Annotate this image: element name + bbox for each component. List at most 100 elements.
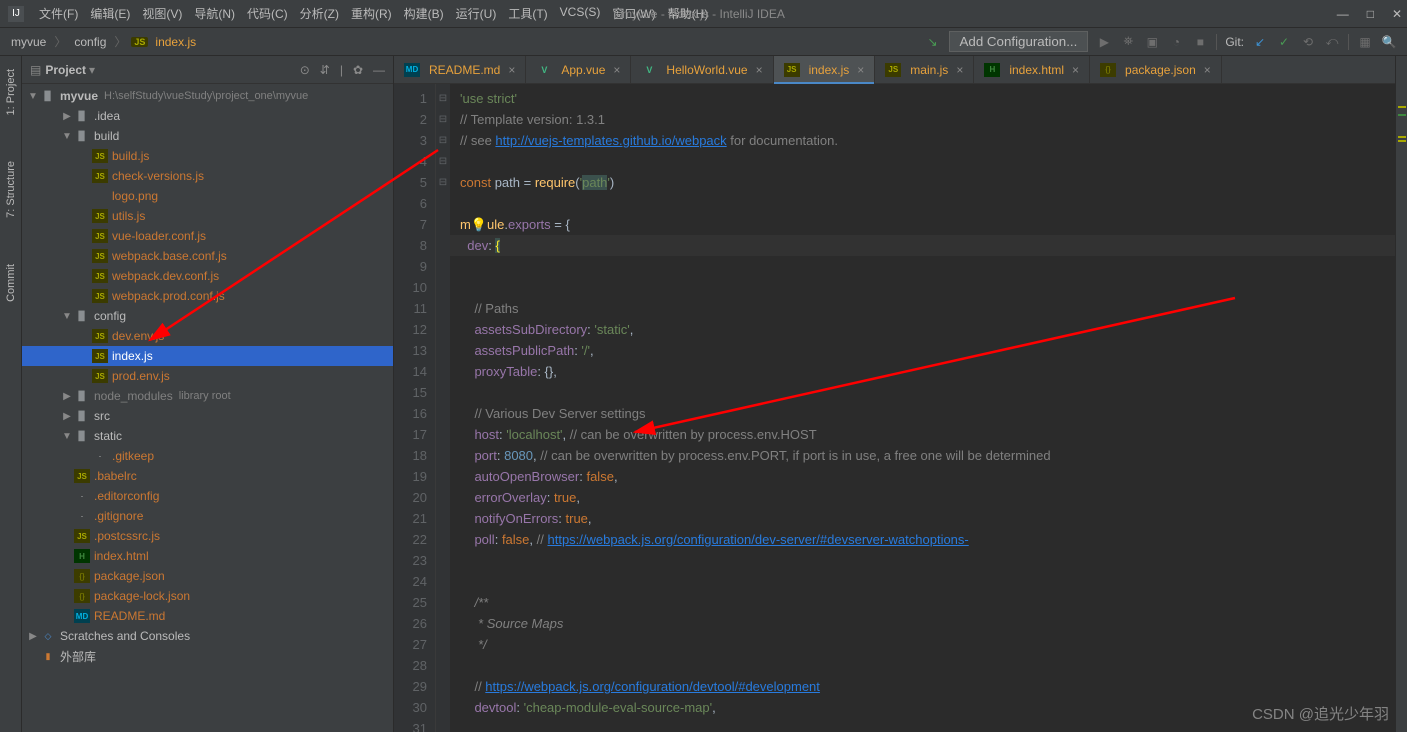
tree-scratches[interactable]: ▶ ◇ Scratches and Consoles bbox=[22, 626, 393, 646]
tree-item-.babelrc[interactable]: JS.babelrc bbox=[22, 466, 393, 486]
breadcrumb-root[interactable]: myvue bbox=[8, 35, 49, 49]
tree-item-.postcssrc.js[interactable]: JS.postcssrc.js bbox=[22, 526, 393, 546]
main-menu[interactable]: 文件(F) 编辑(E) 视图(V) 导航(N) 代码(C) 分析(Z) 重构(R… bbox=[34, 3, 713, 24]
editor-tab-index.html[interactable]: Hindex.html× bbox=[974, 56, 1090, 83]
tree-item-config[interactable]: ▼▉config bbox=[22, 306, 393, 326]
close-icon[interactable]: ✕ bbox=[1392, 7, 1402, 21]
tree-item-webpack.prod.conf.js[interactable]: JSwebpack.prod.conf.js bbox=[22, 286, 393, 306]
tree-item-webpack.base.conf.js[interactable]: JSwebpack.base.conf.js bbox=[22, 246, 393, 266]
profile-icon[interactable]: ◔ bbox=[1168, 34, 1184, 50]
tree-item-check-versions.js[interactable]: JScheck-versions.js bbox=[22, 166, 393, 186]
tree-external-libs[interactable]: ▮ 外部库 bbox=[22, 646, 393, 666]
tab-close-icon[interactable]: × bbox=[613, 63, 620, 77]
menu-refactor[interactable]: 重构(R) bbox=[346, 3, 397, 24]
run-icon[interactable]: ▶ bbox=[1096, 34, 1112, 50]
panel-title[interactable]: Project bbox=[45, 63, 86, 77]
tree-item-vue-loader.conf.js[interactable]: JSvue-loader.conf.js bbox=[22, 226, 393, 246]
tree-item-.gitignore[interactable]: ·.gitignore bbox=[22, 506, 393, 526]
tab-project[interactable]: 1: Project bbox=[3, 61, 19, 123]
tree-item-README.md[interactable]: MDREADME.md bbox=[22, 606, 393, 626]
breadcrumb-file[interactable]: index.js bbox=[152, 35, 199, 49]
tree-item-package.json[interactable]: {}package.json bbox=[22, 566, 393, 586]
breadcrumb-folder[interactable]: config bbox=[71, 35, 109, 49]
tree-item-utils.js[interactable]: JSutils.js bbox=[22, 206, 393, 226]
tab-close-icon[interactable]: × bbox=[1072, 63, 1079, 77]
locate-icon[interactable]: ⊙ bbox=[300, 63, 310, 77]
tree-item-package-lock.json[interactable]: {}package-lock.json bbox=[22, 586, 393, 606]
editor-tab-index.js[interactable]: JSindex.js× bbox=[774, 56, 876, 83]
expand-all-icon[interactable]: ⇵ bbox=[320, 63, 330, 77]
tree-arrow-icon[interactable]: ▶ bbox=[60, 111, 74, 122]
menu-file[interactable]: 文件(F) bbox=[34, 3, 83, 24]
navigation-bar: myvue 〉 config 〉 JS index.js ↘ Add Confi… bbox=[0, 28, 1407, 56]
tab-close-icon[interactable]: × bbox=[956, 63, 963, 77]
editor-tab-package.json[interactable]: {}package.json× bbox=[1090, 56, 1222, 83]
editor-tab-README.md[interactable]: MDREADME.md× bbox=[394, 56, 526, 83]
maximize-icon[interactable]: □ bbox=[1367, 7, 1374, 21]
menu-code[interactable]: 代码(C) bbox=[242, 3, 293, 24]
git-rollback-icon[interactable]: ⤺ bbox=[1324, 34, 1340, 50]
settings-gear-icon[interactable]: ✿ bbox=[353, 63, 363, 77]
tree-arrow-icon[interactable]: ▶ bbox=[60, 411, 74, 422]
editor-tab-main.js[interactable]: JSmain.js× bbox=[875, 56, 974, 83]
hammer-build-icon[interactable]: ↘ bbox=[925, 34, 941, 50]
tree-item-.gitkeep[interactable]: ·.gitkeep bbox=[22, 446, 393, 466]
search-everywhere-icon[interactable]: 🔍 bbox=[1381, 34, 1397, 50]
menu-build[interactable]: 构建(B) bbox=[399, 3, 449, 24]
warning-marker[interactable] bbox=[1398, 136, 1406, 138]
tree-item-logo.png[interactable]: logo.png bbox=[22, 186, 393, 206]
stop-icon[interactable]: ■ bbox=[1192, 34, 1208, 50]
tree-item-dev.env.js[interactable]: JSdev.env.js bbox=[22, 326, 393, 346]
code-editor[interactable]: 1234567891011121314151617181920212223242… bbox=[394, 84, 1407, 732]
tree-item-build.js[interactable]: JSbuild.js bbox=[22, 146, 393, 166]
tree-item-index.js[interactable]: JSindex.js bbox=[22, 346, 393, 366]
warning-marker[interactable] bbox=[1398, 106, 1406, 108]
menu-vcs[interactable]: VCS(S) bbox=[555, 3, 606, 24]
tree-item-.idea[interactable]: ▶▉.idea bbox=[22, 106, 393, 126]
menu-analyze[interactable]: 分析(Z) bbox=[295, 3, 344, 24]
git-history-icon[interactable]: ⟲ bbox=[1300, 34, 1316, 50]
menu-tools[interactable]: 工具(T) bbox=[503, 3, 552, 24]
tree-item-node_modules[interactable]: ▶▉node_moduleslibrary root bbox=[22, 386, 393, 406]
tree-item-webpack.dev.conf.js[interactable]: JSwebpack.dev.conf.js bbox=[22, 266, 393, 286]
editor-tab-HelloWorld.vue[interactable]: VHelloWorld.vue× bbox=[631, 56, 773, 83]
fold-gutter[interactable]: ⊟⊟⊟⊟⊟ bbox=[436, 84, 450, 732]
tree-item-.editorconfig[interactable]: ·.editorconfig bbox=[22, 486, 393, 506]
menu-edit[interactable]: 编辑(E) bbox=[85, 3, 135, 24]
tree-arrow-icon[interactable]: ▼ bbox=[60, 131, 74, 142]
menu-run[interactable]: 运行(U) bbox=[451, 3, 502, 24]
editor-tab-App.vue[interactable]: VApp.vue× bbox=[526, 56, 631, 83]
tree-item-build[interactable]: ▼▉build bbox=[22, 126, 393, 146]
tab-structure[interactable]: 7: Structure bbox=[3, 153, 19, 226]
tree-root[interactable]: ▼ ▉ myvue H:\selfStudy\vueStudy\project_… bbox=[22, 86, 393, 106]
tree-arrow-icon[interactable]: ▶ bbox=[60, 391, 74, 402]
warning-marker[interactable] bbox=[1398, 140, 1406, 142]
project-view-icon[interactable]: ▤ bbox=[30, 63, 41, 77]
git-update-icon[interactable]: ↙ bbox=[1252, 34, 1268, 50]
code-content[interactable]: 'use strict' // Template version: 1.3.1 … bbox=[450, 84, 1407, 732]
add-configuration-button[interactable]: Add Configuration... bbox=[949, 31, 1089, 52]
tree-item-static[interactable]: ▼▉static bbox=[22, 426, 393, 446]
git-commit-icon[interactable]: ✓ bbox=[1276, 34, 1292, 50]
tree-arrow-icon[interactable]: ▼ bbox=[60, 431, 74, 442]
tree-item-index.html[interactable]: Hindex.html bbox=[22, 546, 393, 566]
tree-item-prod.env.js[interactable]: JSprod.env.js bbox=[22, 366, 393, 386]
debug-icon[interactable]: ⛯ bbox=[1120, 34, 1136, 50]
info-marker[interactable] bbox=[1398, 114, 1406, 116]
search-icon[interactable]: ▦ bbox=[1357, 34, 1373, 50]
project-tree[interactable]: ▼ ▉ myvue H:\selfStudy\vueStudy\project_… bbox=[22, 84, 393, 732]
tab-commit[interactable]: Commit bbox=[3, 256, 19, 310]
minimize-icon[interactable]: — bbox=[1337, 7, 1349, 21]
tab-close-icon[interactable]: × bbox=[508, 63, 515, 77]
tab-close-icon[interactable]: × bbox=[1204, 63, 1211, 77]
menu-view[interactable]: 视图(V) bbox=[137, 3, 187, 24]
collapse-panel-icon[interactable]: — bbox=[373, 63, 385, 77]
error-stripe[interactable] bbox=[1395, 56, 1407, 732]
tab-close-icon[interactable]: × bbox=[756, 63, 763, 77]
tab-close-icon[interactable]: × bbox=[857, 63, 864, 77]
tree-arrow-icon[interactable]: ▼ bbox=[60, 311, 74, 322]
chevron-down-icon[interactable]: ▾ bbox=[89, 63, 95, 77]
menu-navigate[interactable]: 导航(N) bbox=[189, 3, 240, 24]
tree-item-src[interactable]: ▶▉src bbox=[22, 406, 393, 426]
coverage-icon[interactable]: ▣ bbox=[1144, 34, 1160, 50]
